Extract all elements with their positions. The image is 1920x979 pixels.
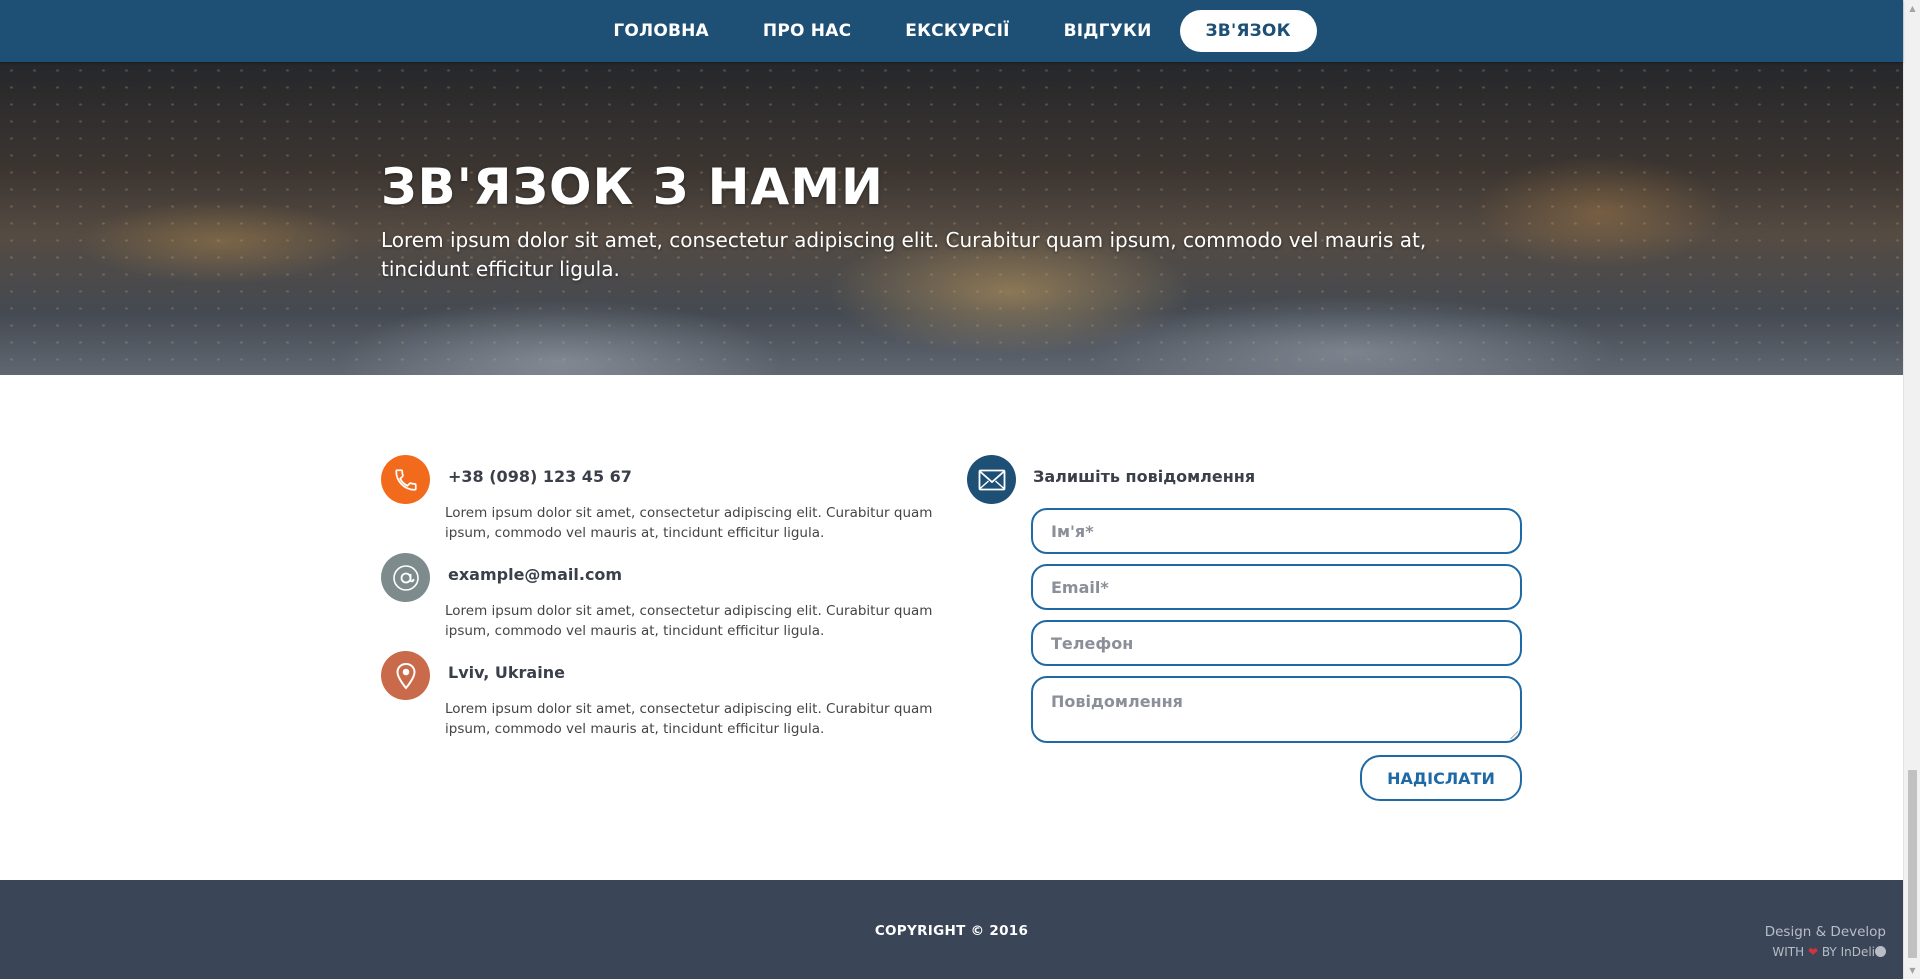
contact-email: example@mail.com Lorem ipsum dolor sit a…: [381, 553, 941, 651]
message-field[interactable]: Повідомлення: [1031, 676, 1522, 743]
form-heading: Залишіть повідомлення: [1033, 467, 1256, 486]
phone-field[interactable]: Телефон: [1031, 620, 1522, 666]
resize-grip-icon[interactable]: [1510, 731, 1518, 739]
map-pin-icon: [381, 651, 430, 700]
developer-credits[interactable]: Design & Develop WITH ❤ BY InDeli: [1765, 922, 1886, 962]
heart-icon: ❤: [1807, 945, 1819, 959]
location-name: Lviv, Ukraine: [448, 663, 565, 682]
hero-content: ЗВ'ЯЗОК З НАМИ Lorem ipsum dolor sit ame…: [381, 162, 1521, 284]
email-field[interactable]: Email*: [1031, 564, 1522, 610]
page-scrollbar[interactable]: ▲ ▼: [1903, 0, 1920, 979]
submit-button[interactable]: НАДІСЛАТИ: [1360, 755, 1522, 801]
top-navbar: ГОЛОВНА ПРО НАС ЕКСКУРСІЇ ВІДГУКИ ЗВ'ЯЗО…: [0, 0, 1903, 62]
footer: COPYRIGHT © 2016 Design & Develop WITH ❤…: [0, 880, 1903, 979]
location-description: Lorem ipsum dolor sit amet, consectetur …: [445, 701, 933, 737]
copyright-text: COPYRIGHT © 2016: [874, 923, 1029, 939]
email-description: Lorem ipsum dolor sit amet, consectetur …: [445, 603, 933, 639]
envelope-icon: [967, 455, 1016, 504]
phone-icon: [381, 455, 430, 504]
nav-item-about[interactable]: ПРО НАС: [736, 10, 878, 52]
hero-description: Lorem ipsum dolor sit amet, consectetur …: [381, 228, 1427, 281]
credit-with: WITH: [1772, 945, 1805, 959]
credit-by: BY InDeli: [1821, 945, 1875, 959]
credit-line-brand: WITH ❤ BY InDeli: [1765, 942, 1886, 962]
credit-line-design: Design & Develop: [1764, 924, 1886, 940]
at-sign-icon: [381, 553, 430, 602]
hero-banner: ЗВ'ЯЗОК З НАМИ Lorem ipsum dolor sit ame…: [0, 62, 1903, 375]
nav-item-contact[interactable]: ЗВ'ЯЗОК: [1179, 10, 1317, 52]
nav-item-tours[interactable]: ЕКСКУРСІЇ: [878, 10, 1036, 52]
contact-location: Lviv, Ukraine Lorem ipsum dolor sit amet…: [381, 651, 941, 749]
phone-description: Lorem ipsum dolor sit amet, consectetur …: [445, 505, 933, 541]
nav-menu: ГОЛОВНА ПРО НАС ЕКСКУРСІЇ ВІДГУКИ ЗВ'ЯЗО…: [586, 10, 1317, 52]
nav-item-reviews[interactable]: ВІДГУКИ: [1037, 10, 1179, 52]
name-field[interactable]: Ім'я*: [1031, 508, 1522, 554]
scroll-up-icon[interactable]: ▲: [1904, 0, 1920, 17]
message-placeholder: Повідомлення: [1051, 692, 1183, 711]
scroll-down-icon[interactable]: ▼: [1904, 962, 1920, 979]
scrollbar-thumb[interactable]: [1908, 770, 1917, 958]
contact-phone: +38 (098) 123 45 67 Lorem ipsum dolor si…: [381, 455, 941, 553]
page-title: ЗВ'ЯЗОК З НАМИ: [381, 158, 884, 216]
phone-number[interactable]: +38 (098) 123 45 67: [448, 467, 632, 486]
contact-info: +38 (098) 123 45 67 Lorem ipsum dolor si…: [381, 455, 941, 749]
email-address[interactable]: example@mail.com: [448, 565, 622, 584]
nav-item-home[interactable]: ГОЛОВНА: [586, 10, 736, 52]
brand-logo-icon: [1875, 946, 1886, 957]
